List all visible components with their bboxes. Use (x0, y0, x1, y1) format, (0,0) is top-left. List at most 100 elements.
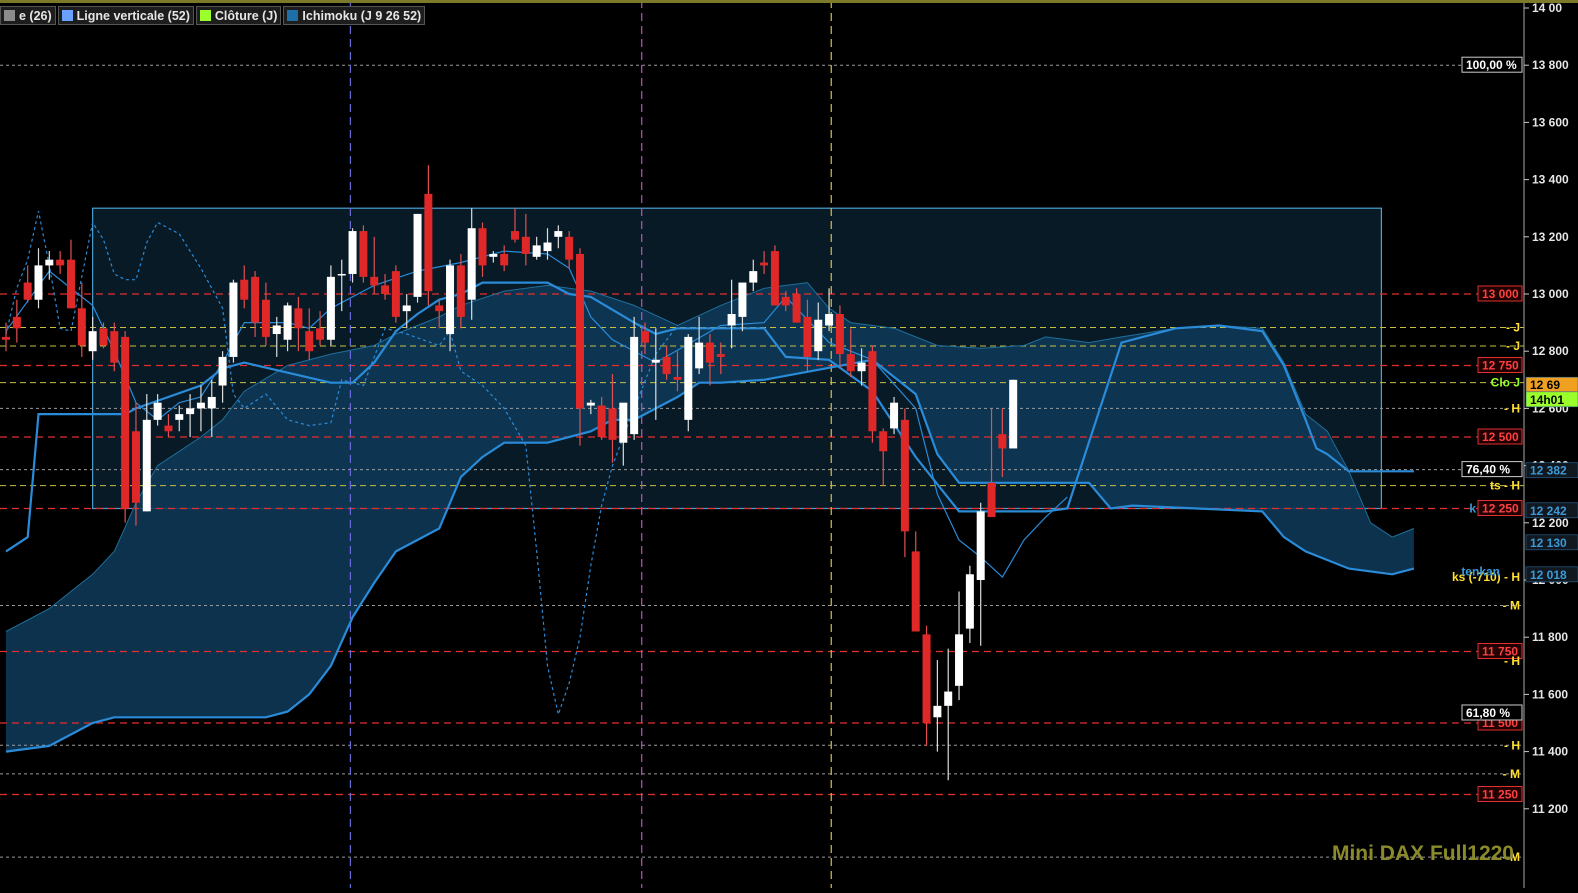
candle-body (56, 259, 65, 266)
red-level-label: 13 000 (1482, 287, 1519, 301)
level-tag-label: - J (1506, 339, 1520, 353)
y-tick-label: 13 200 (1532, 230, 1569, 244)
candle-body (142, 419, 151, 512)
candle-body (478, 228, 487, 266)
candle-body (316, 328, 325, 340)
price-chart[interactable]: 14 00 13 800 13 600 13 400 13 200 13 000 12 80… (0, 0, 1578, 888)
candle-body (88, 331, 97, 352)
candle-body (99, 328, 108, 346)
axis-marker-label: 12 382 (1530, 464, 1567, 478)
candle-body (12, 316, 21, 329)
candle-body (164, 425, 173, 432)
kijun-label: k (1469, 502, 1476, 516)
candle-body (933, 705, 942, 718)
candle-body (543, 242, 552, 252)
candle-body (402, 305, 411, 312)
level-tag-label: - H (1504, 654, 1520, 668)
candle-body (640, 331, 649, 343)
axis-marker-label: 12 018 (1530, 568, 1567, 582)
legend-swatch-icon (287, 10, 299, 21)
legend-item-vertical-line[interactable]: Ligne verticale (52) (57, 6, 194, 25)
candle-body (110, 331, 119, 363)
candle-body (586, 402, 595, 406)
candle-body (435, 305, 444, 312)
instrument-watermark: Mini DAX Full1220 (1331, 842, 1514, 865)
candle-body (261, 299, 270, 337)
candle-body (554, 231, 563, 237)
legend-label: Clôture (J) (214, 8, 278, 23)
candle-body (749, 271, 758, 283)
percent-label: 61,80 % (1466, 706, 1510, 720)
candle-body (673, 376, 682, 380)
candle-body (294, 308, 303, 329)
y-tick-label: 13 400 (1532, 173, 1569, 187)
candle-body (597, 405, 606, 437)
indicator-legend: e (26) Ligne verticale (52) Clôture (J) … (0, 6, 426, 25)
candle-body (922, 634, 931, 723)
candle-body (489, 253, 498, 257)
candle-body (532, 245, 541, 257)
candle-body (770, 251, 779, 306)
candle-body (619, 402, 628, 443)
candle-body (2, 336, 10, 340)
legend-item-moving-average[interactable]: e (26) (0, 6, 56, 25)
level-tag-label: - J (1506, 320, 1520, 334)
legend-swatch-icon (61, 10, 73, 21)
candle-body (196, 402, 205, 409)
candle-body (121, 336, 130, 509)
candle-body (77, 308, 86, 346)
candle-body (251, 276, 260, 323)
candle-body (467, 228, 476, 300)
candle-body (23, 282, 32, 300)
y-tick-label: 12 800 (1532, 344, 1569, 358)
candle-body (868, 351, 877, 432)
candle-body (565, 236, 574, 260)
y-tick-label: 11 600 (1532, 687, 1568, 701)
candle-body (987, 482, 996, 518)
level-tag-label: Clo J (1491, 376, 1520, 390)
y-tick-label: 11 800 (1532, 630, 1568, 644)
axis-marker-label: 12 69 (1530, 378, 1560, 392)
y-tick-label: 11 400 (1532, 745, 1568, 759)
candle-body (879, 431, 888, 452)
candle-body (391, 271, 400, 317)
legend-item-ichimoku[interactable]: Ichimoku (J 9 26 52) (283, 6, 426, 25)
tenkan-label: tenkan (1461, 564, 1500, 578)
chart-area[interactable]: 14 00 13 800 13 600 13 400 13 200 13 000 12 80… (0, 0, 1578, 888)
candle-body (630, 336, 639, 435)
level-tag-label: - M (1503, 767, 1520, 781)
candle-body (608, 408, 617, 440)
candle-body (944, 691, 953, 706)
red-level-label: 12 750 (1482, 359, 1519, 373)
red-level-label: 12 250 (1482, 502, 1519, 516)
candle-body (359, 231, 368, 277)
candle-body (911, 551, 920, 632)
level-tag-label: - M (1503, 598, 1520, 612)
legend-item-close[interactable]: Clôture (J) (195, 6, 282, 25)
candle-body (792, 294, 801, 323)
candle-body (955, 634, 964, 686)
axis-marker-label: 12 130 (1530, 536, 1567, 550)
candle-body (207, 396, 216, 409)
candle-body (695, 342, 704, 369)
candle-body (337, 273, 346, 276)
axis-marker-label: 12 242 (1530, 504, 1567, 518)
candle-body (175, 414, 184, 420)
candle-body (727, 314, 736, 326)
legend-swatch-icon (199, 10, 211, 21)
candle-body (229, 282, 238, 357)
red-level-label: 12 500 (1482, 430, 1519, 444)
candle-body (348, 231, 357, 274)
y-tick-label: 14 00 (1532, 1, 1562, 15)
candle-body (456, 265, 465, 317)
candle-body (370, 276, 379, 286)
candle-body (662, 356, 671, 375)
candle-body (890, 402, 899, 429)
candle-body (45, 259, 54, 266)
y-tick-label: 13 800 (1532, 58, 1569, 72)
percent-label: 100,00 % (1466, 58, 1517, 72)
candle-body (240, 279, 249, 300)
candle-body (413, 213, 422, 297)
candle-body (66, 259, 75, 309)
candle-body (760, 262, 769, 266)
